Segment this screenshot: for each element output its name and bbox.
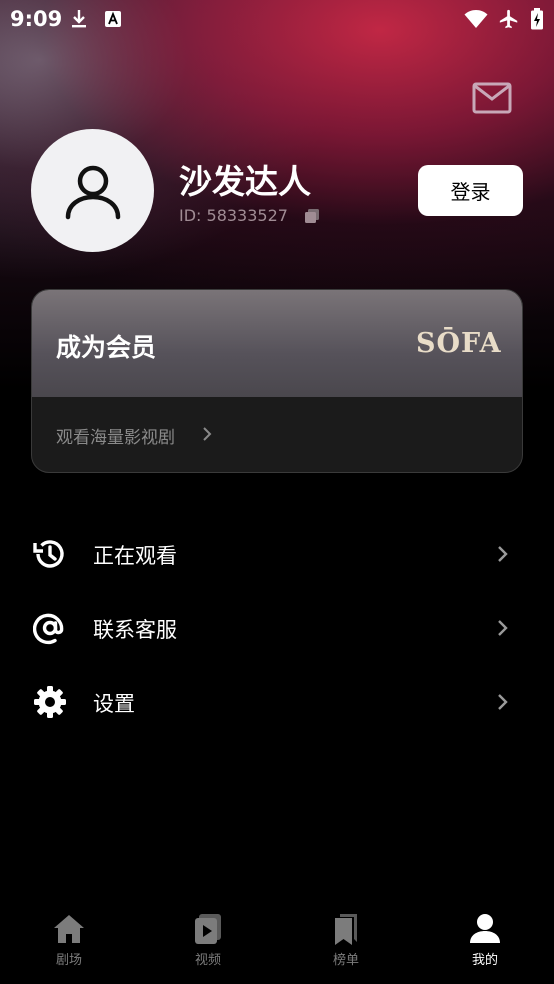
menu-item-settings[interactable]: 设置	[0, 672, 554, 732]
nav-label: 我的	[471, 953, 498, 968]
person-icon	[470, 914, 500, 943]
nav-label: 剧场	[55, 953, 82, 968]
nav-item-video[interactable]: 视频	[168, 912, 248, 972]
status-time: 9:09	[10, 7, 63, 31]
nav-item-ranking[interactable]: 榜单	[306, 912, 386, 972]
copy-icon[interactable]	[304, 208, 320, 224]
airplane-icon	[498, 8, 520, 30]
login-button[interactable]: 登录	[418, 165, 523, 216]
bookmark-icon	[335, 914, 357, 945]
status-bar: 9:09	[0, 0, 554, 40]
menu-item-customer-service[interactable]: 联系客服	[0, 598, 554, 658]
vip-title: 成为会员	[56, 333, 157, 362]
vip-membership-card[interactable]: 成为会员 SŌFA 观看海量影视剧	[31, 289, 523, 473]
nav-item-mine[interactable]: 我的	[445, 912, 525, 972]
video-icon	[195, 914, 221, 944]
chevron-right-icon	[203, 427, 212, 441]
menu-item-watching[interactable]: 正在观看	[0, 524, 554, 584]
download-icon	[70, 8, 88, 30]
chevron-right-icon	[498, 546, 508, 562]
nav-label: 视频	[194, 953, 221, 968]
bottom-navigation: 剧场 视频 榜单 我的	[0, 900, 554, 984]
vip-subtitle: 观看海量影视剧	[56, 428, 175, 448]
gear-icon	[34, 686, 66, 718]
a-badge-icon	[104, 8, 122, 30]
nav-item-theater[interactable]: 剧场	[29, 912, 109, 972]
battery-charging-icon	[530, 8, 544, 30]
home-icon	[54, 915, 84, 943]
sofa-logo: SŌFA	[416, 328, 502, 359]
person-outline-icon	[65, 165, 120, 219]
chevron-right-icon	[498, 620, 508, 636]
menu-label: 正在观看	[93, 544, 177, 568]
menu-label: 设置	[93, 692, 135, 716]
nav-label: 榜单	[332, 953, 359, 968]
chevron-right-icon	[498, 694, 508, 710]
mail-button[interactable]	[472, 82, 512, 114]
user-id: ID: 58333527	[179, 206, 288, 225]
history-icon	[33, 540, 64, 568]
avatar[interactable]	[31, 129, 154, 252]
at-sign-icon	[33, 613, 64, 645]
mail-icon	[472, 82, 512, 114]
menu-label: 联系客服	[93, 618, 177, 642]
username: 沙发达人	[179, 162, 311, 201]
wifi-icon	[464, 8, 488, 30]
